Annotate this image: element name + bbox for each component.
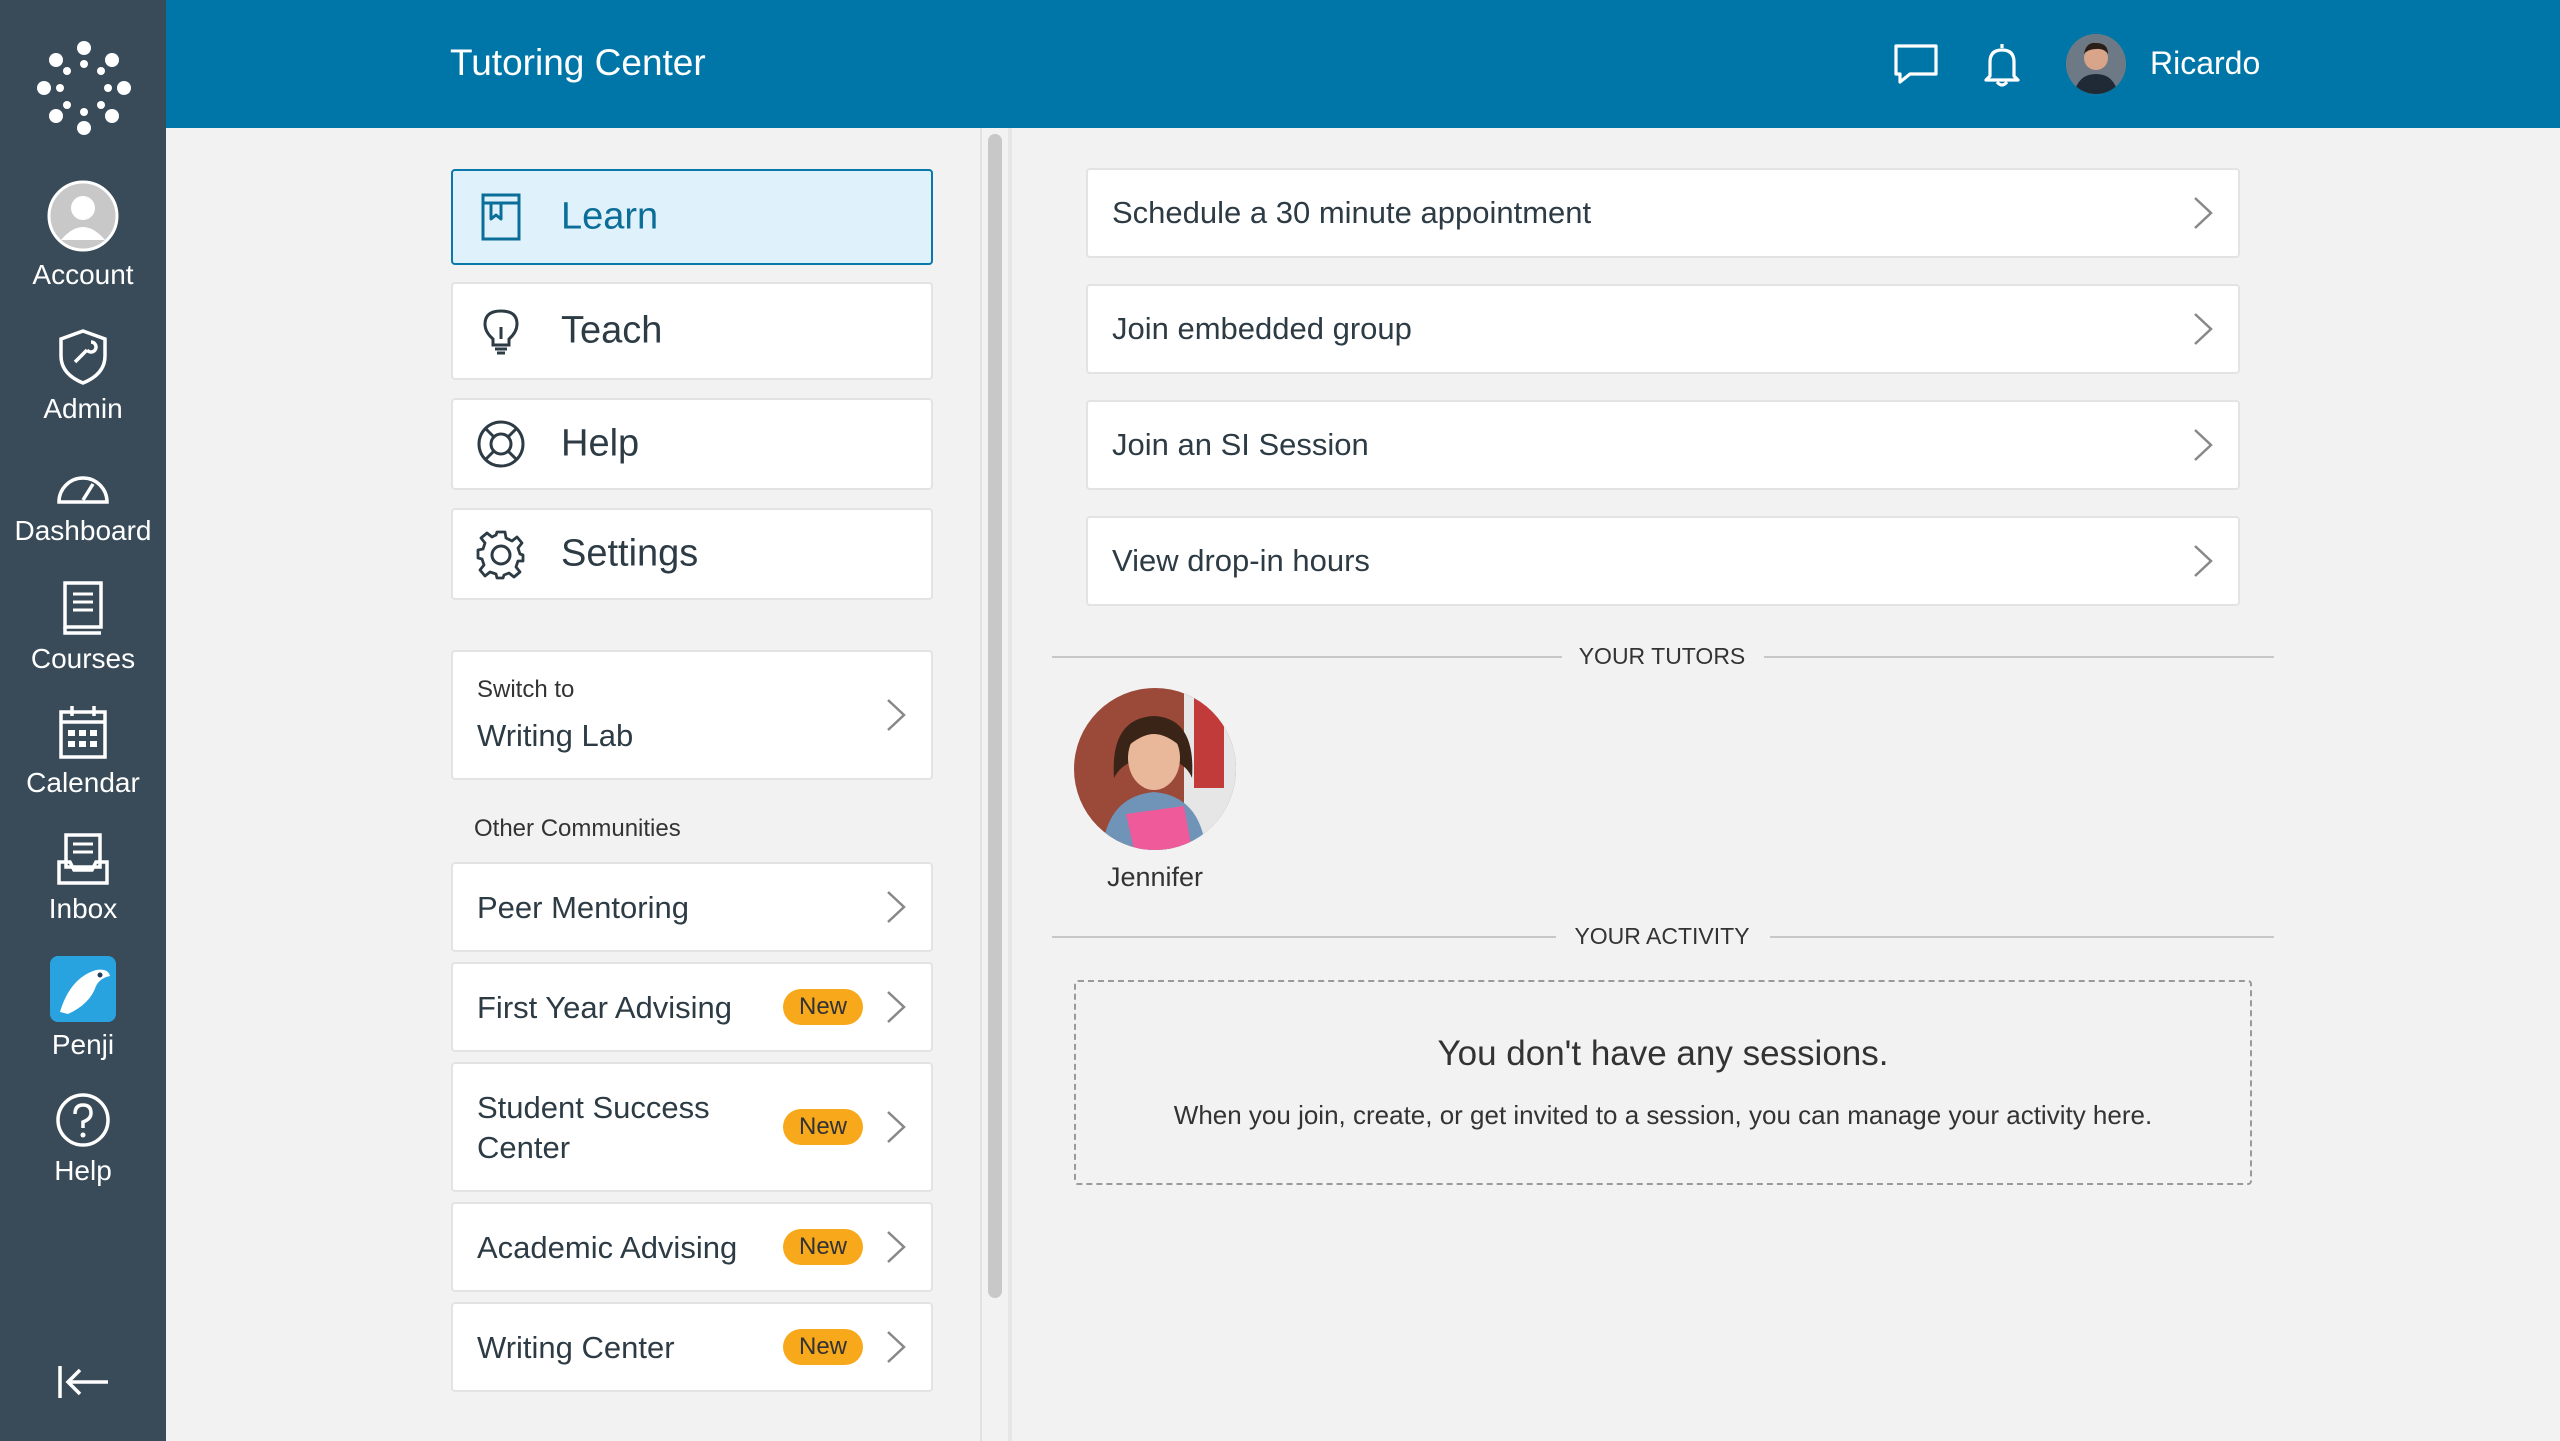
community-label: Academic Advising	[477, 1230, 738, 1265]
chevron-right-icon	[2194, 197, 2213, 229]
new-badge: New	[782, 1229, 863, 1265]
lifebuoy-icon	[477, 420, 525, 468]
speedometer-icon	[57, 476, 109, 504]
chevron-right-icon	[887, 1231, 906, 1263]
gnav-penji-label: Penji	[51, 1029, 115, 1060]
tutor-name: Jennifer	[1106, 862, 1204, 892]
chevron-right-icon	[2194, 545, 2213, 577]
nav-teach[interactable]: Teach	[451, 282, 933, 380]
community-peer-mentoring[interactable]: Peer Mentoring	[451, 862, 933, 952]
tutor-photo-icon	[1074, 688, 1236, 850]
action-view-drop-in-hours[interactable]: View drop-in hours	[1086, 516, 2240, 606]
tutor-avatar[interactable]	[1074, 688, 1236, 850]
empty-state-subtitle: When you join, create, or get invited to…	[1173, 1100, 2153, 1130]
gear-icon	[476, 530, 525, 580]
gnav-penji[interactable]: Penji	[0, 956, 166, 1062]
penji-app-icon	[50, 956, 116, 1022]
nav-settings[interactable]: Settings	[451, 508, 933, 600]
separator-line	[1052, 936, 1556, 938]
community-label: Peer Mentoring	[477, 890, 689, 925]
gnav-calendar-label: Calendar	[26, 767, 140, 798]
separator-line	[1052, 656, 1562, 658]
new-badge: New	[782, 989, 863, 1025]
chat-bubble-icon[interactable]	[1892, 40, 1940, 88]
user-avatar[interactable]	[2066, 34, 2126, 94]
nav-learn[interactable]: Learn	[451, 169, 933, 265]
question-circle-icon	[56, 1093, 110, 1147]
community-label: Student Success Center	[477, 1090, 710, 1165]
community-label: Writing Center	[477, 1330, 675, 1365]
calendar-icon	[59, 706, 107, 759]
chevron-right-icon	[887, 1331, 906, 1363]
gnav-admin-label: Admin	[43, 393, 123, 424]
chevron-right-icon	[887, 991, 906, 1023]
nav-help-label: Help	[561, 422, 640, 465]
shield-icon	[59, 329, 107, 385]
gnav-help[interactable]: Help	[0, 1092, 166, 1188]
global-nav: Account Admin Dashboard Courses Calendar	[0, 0, 166, 1441]
collapse-left-icon[interactable]	[56, 1362, 112, 1402]
activity-empty-state: You don't have any sessions. When you jo…	[1074, 980, 2252, 1185]
action-schedule-appointment[interactable]: Schedule a 30 minute appointment	[1086, 168, 2240, 258]
chevron-right-icon	[887, 1111, 906, 1143]
user-avatar-icon	[47, 180, 119, 252]
canvas-logo-icon[interactable]	[34, 38, 134, 138]
community-academic-advising[interactable]: Academic Advising New	[451, 1202, 933, 1292]
gnav-account-label: Account	[32, 259, 134, 290]
chevron-right-icon	[887, 891, 906, 923]
separator-line	[1764, 656, 2274, 658]
inbox-icon	[57, 833, 109, 885]
other-communities-heading: Other Communities	[474, 815, 681, 842]
separator-line	[1770, 936, 2274, 938]
gnav-admin[interactable]: Admin	[0, 328, 166, 426]
new-badge: New	[782, 1329, 863, 1365]
bell-icon[interactable]	[1978, 40, 2026, 88]
user-name[interactable]: Ricardo	[2150, 45, 2260, 82]
book-bookmark-icon	[481, 193, 521, 241]
nav-learn-label: Learn	[561, 195, 659, 238]
nav-help[interactable]: Help	[451, 398, 933, 490]
action-label: Join embedded group	[1112, 311, 1412, 346]
left-panel-scrollbar[interactable]	[988, 134, 1002, 1298]
gnav-courses-label: Courses	[30, 643, 136, 674]
switch-target-label: Writing Lab	[477, 718, 634, 753]
action-join-embedded-group[interactable]: Join embedded group	[1086, 284, 2240, 374]
switch-community-card[interactable]: Switch to Writing Lab	[451, 650, 933, 780]
lightbulb-icon	[483, 309, 519, 355]
new-badge: New	[782, 1109, 863, 1145]
gnav-inbox-label: Inbox	[48, 893, 118, 924]
switch-to-label: Switch to	[477, 676, 575, 703]
action-join-si-session[interactable]: Join an SI Session	[1086, 400, 2240, 490]
community-label: First Year Advising	[477, 990, 733, 1025]
empty-state-title: You don't have any sessions.	[1437, 1034, 1889, 1073]
user-photo-icon	[2066, 34, 2126, 94]
gnav-calendar[interactable]: Calendar	[0, 704, 166, 800]
book-icon	[63, 581, 103, 635]
action-label: Join an SI Session	[1112, 427, 1369, 462]
nav-teach-label: Teach	[561, 309, 663, 352]
top-header: Tutoring Center Ricardo	[166, 0, 2560, 128]
gnav-inbox[interactable]: Inbox	[0, 832, 166, 926]
action-label: Schedule a 30 minute appointment	[1112, 195, 1592, 230]
gnav-dashboard[interactable]: Dashboard	[0, 466, 166, 548]
gnav-courses[interactable]: Courses	[0, 580, 166, 676]
action-label: View drop-in hours	[1112, 543, 1370, 578]
community-student-success-center[interactable]: Student Success Center New	[451, 1062, 933, 1192]
community-writing-center[interactable]: Writing Center New	[451, 1302, 933, 1392]
nav-settings-label: Settings	[561, 532, 699, 575]
your-tutors-heading: YOUR TUTORS	[1578, 643, 1746, 669]
gnav-account[interactable]: Account	[0, 180, 166, 292]
community-first-year-advising[interactable]: First Year Advising New	[451, 962, 933, 1052]
chevron-right-icon	[887, 699, 906, 731]
gnav-dashboard-label: Dashboard	[14, 515, 152, 546]
gnav-help-label: Help	[54, 1155, 112, 1186]
chevron-right-icon	[2194, 429, 2213, 461]
your-activity-heading: YOUR ACTIVITY	[1574, 923, 1750, 949]
chevron-right-icon	[2194, 313, 2213, 345]
page-title: Tutoring Center	[450, 42, 706, 83]
